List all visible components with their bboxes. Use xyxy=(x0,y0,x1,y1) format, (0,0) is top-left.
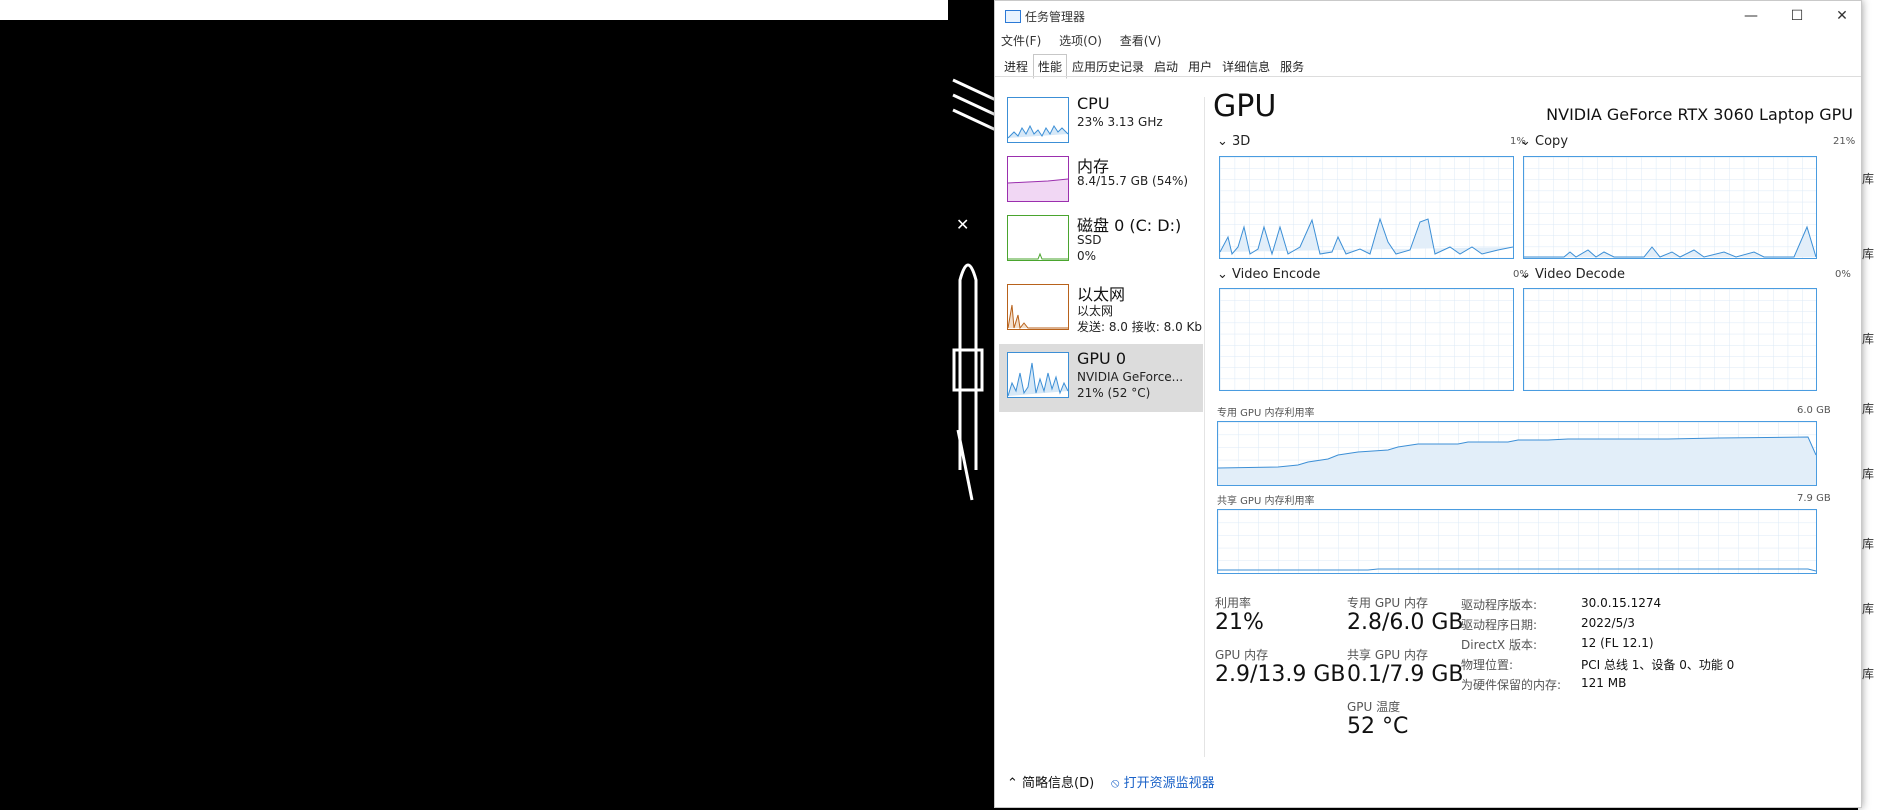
sidebar-ethernet-sub2: 发送: 8.0 接收: 8.0 Kbps xyxy=(1077,320,1203,334)
dedicated-memory-label: 专用 GPU 内存利用率 xyxy=(1217,408,1315,419)
window-title: 任务管理器 xyxy=(1025,10,1086,24)
dedicated-memory-stat-label: 专用 GPU 内存 xyxy=(1347,596,1428,610)
gpu-model: NVIDIA GeForce RTX 3060 Laptop GPU xyxy=(1546,105,1853,124)
rocket-wallpaper-icon xyxy=(952,78,997,501)
disk-mini-graph xyxy=(1007,215,1069,261)
gpu-temperature-value: 52 °C xyxy=(1347,714,1409,739)
shared-memory-svg xyxy=(1218,510,1816,573)
shared-memory-label: 共享 GPU 内存利用率 xyxy=(1217,496,1315,507)
physical-location-label: 物理位置: xyxy=(1461,658,1514,672)
sidebar-item-disk[interactable]: 磁盘 0 (C: D:) SSD 0% xyxy=(999,207,1203,275)
engine-encode-graph xyxy=(1219,288,1514,391)
engine-3d-label[interactable]: ⌄ 3D xyxy=(1217,134,1250,149)
performance-sidebar: CPU 23% 3.13 GHz 内存 8.4/15.7 GB (54%) 磁盘… xyxy=(999,89,1203,759)
menu-file[interactable]: 文件(F) xyxy=(1001,34,1041,48)
sidebar-disk-sub2: 0% xyxy=(1077,249,1097,263)
menu-view[interactable]: 查看(V) xyxy=(1120,34,1162,48)
engine-decode-pct: 0% xyxy=(1835,269,1851,280)
engine-decode-svg xyxy=(1524,289,1816,390)
sidebar-gpu-sub2: 21% (52 °C) xyxy=(1077,386,1151,400)
dedicated-memory-graph xyxy=(1217,421,1817,486)
edge-library-item[interactable]: 库 xyxy=(1855,160,1874,190)
shared-memory-graph xyxy=(1217,509,1817,574)
task-manager-app-icon xyxy=(1005,10,1021,23)
shared-memory-stat-label: 共享 GPU 内存 xyxy=(1347,648,1428,662)
utilization-label: 利用率 xyxy=(1215,596,1252,610)
gpu-title: GPU xyxy=(1213,89,1277,124)
hardware-reserved-memory-label: 为硬件保留的内存: xyxy=(1461,678,1562,692)
right-desktop-edge: 库 库 库 库 库 库 库 库 xyxy=(1855,0,1900,810)
sidebar-item-cpu[interactable]: CPU 23% 3.13 GHz xyxy=(999,89,1203,157)
engine-copy-graph xyxy=(1523,156,1817,259)
sidebar-cpu-name: CPU xyxy=(1077,94,1110,113)
hardware-reserved-memory-value: 121 MB xyxy=(1581,676,1627,690)
utilization-value: 21% xyxy=(1215,610,1264,635)
directx-version-label: DirectX 版本: xyxy=(1461,638,1538,652)
dedicated-memory-svg xyxy=(1218,422,1816,485)
tab-divider xyxy=(995,76,1861,77)
engine-copy-label[interactable]: ⌄ Copy xyxy=(1520,134,1568,149)
gpu-detail-panel: GPU NVIDIA GeForce RTX 3060 Laptop GPU ⌄… xyxy=(1213,89,1856,769)
edge-library-item[interactable]: 库 xyxy=(1855,525,1874,555)
edge-library-item[interactable]: 库 xyxy=(1855,590,1874,620)
sidebar-cpu-sub: 23% 3.13 GHz xyxy=(1077,115,1163,129)
engine-decode-label[interactable]: ⌄ Video Decode xyxy=(1520,267,1625,282)
driver-date-value: 2022/5/3 xyxy=(1581,616,1635,630)
chevron-up-icon: ⌃ xyxy=(1007,776,1018,791)
engine-decode-graph xyxy=(1523,288,1817,391)
edge-library-item[interactable]: 库 xyxy=(1855,455,1874,485)
brief-info-button[interactable]: ⌃ 简略信息(D) xyxy=(1007,772,1094,791)
sidebar-gpu-sub1: NVIDIA GeForce... xyxy=(1077,370,1184,384)
edge-library-item[interactable]: 库 xyxy=(1855,655,1874,685)
shared-memory-stat-value: 0.1/7.9 GB xyxy=(1347,662,1464,687)
tab-strip: 进程 性能 应用历史记录 启动 用户 详细信息 服务 xyxy=(999,54,1309,79)
sidebar-item-memory[interactable]: 内存 8.4/15.7 GB (54%) xyxy=(999,148,1203,216)
sidebar-item-gpu[interactable]: GPU 0 NVIDIA GeForce... 21% (52 °C) xyxy=(999,344,1203,412)
gpu-stats: 利用率 21% GPU 内存 2.9/13.9 GB 专用 GPU 内存 2.8… xyxy=(1213,594,1853,764)
memory-mini-graph xyxy=(1007,156,1069,202)
task-manager-window: 任务管理器 — ☐ ✕ 文件(F) 选项(O) 查看(V) 进程 性能 应用历史记录… xyxy=(994,0,1862,808)
engine-encode-svg xyxy=(1220,289,1513,390)
engine-3d-graph xyxy=(1219,156,1514,259)
engine-encode-label[interactable]: ⌄ Video Encode xyxy=(1217,267,1320,282)
menu-options[interactable]: 选项(O) xyxy=(1059,34,1102,48)
sidebar-item-ethernet[interactable]: 以太网 以太网 发送: 8.0 接收: 8.0 Kbps xyxy=(999,276,1203,344)
engine-copy-svg xyxy=(1524,157,1816,258)
engine-copy-pct: 21% xyxy=(1833,136,1856,147)
maximize-button[interactable]: ☐ xyxy=(1782,6,1812,26)
gpu-mini-graph xyxy=(1007,352,1069,398)
edge-library-item[interactable]: 库 xyxy=(1855,390,1874,420)
title-bar[interactable]: 任务管理器 — ☐ ✕ xyxy=(995,1,1861,31)
cpu-mini-graph xyxy=(1007,97,1069,143)
resource-monitor-icon: ⦸ xyxy=(1111,776,1120,791)
directx-version-value: 12 (FL 12.1) xyxy=(1581,636,1654,650)
left-black-area xyxy=(0,20,948,810)
minimize-button[interactable]: — xyxy=(1736,6,1766,26)
shared-memory-max: 7.9 GB xyxy=(1797,493,1831,504)
driver-version-label: 驱动程序版本: xyxy=(1461,598,1538,612)
gpu-memory-value: 2.9/13.9 GB xyxy=(1215,662,1346,687)
close-button[interactable]: ✕ xyxy=(1827,6,1857,26)
sidebar-gpu-name: GPU 0 xyxy=(1077,349,1127,368)
dedicated-memory-stat-value: 2.8/6.0 GB xyxy=(1347,610,1464,635)
sidebar-ethernet-sub1: 以太网 xyxy=(1077,304,1114,318)
dedicated-memory-max: 6.0 GB xyxy=(1797,405,1831,416)
physical-location-value: PCI 总线 1、设备 0、功能 0 xyxy=(1581,658,1735,672)
menu-bar: 文件(F) 选项(O) 查看(V) xyxy=(1001,32,1175,50)
open-resource-monitor-link[interactable]: ⦸ 打开资源监视器 xyxy=(1111,772,1215,791)
footer-bar: ⌃ 简略信息(D) ⦸ 打开资源监视器 xyxy=(995,759,1861,807)
ethernet-mini-graph xyxy=(1007,284,1069,330)
edge-library-item[interactable]: 库 xyxy=(1855,320,1874,350)
sidebar-memory-sub: 8.4/15.7 GB (54%) xyxy=(1077,174,1189,188)
engine-3d-svg xyxy=(1220,157,1513,258)
edge-library-item[interactable]: 库 xyxy=(1855,235,1874,265)
top-white-strip xyxy=(0,0,948,20)
driver-date-label: 驱动程序日期: xyxy=(1461,618,1538,632)
driver-version-value: 30.0.15.1274 xyxy=(1581,596,1662,610)
sidebar-disk-sub1: SSD xyxy=(1077,233,1102,247)
gpu-memory-label: GPU 内存 xyxy=(1215,648,1269,662)
sidebar-divider xyxy=(1204,97,1205,757)
gpu-temperature-label: GPU 温度 xyxy=(1347,700,1401,714)
